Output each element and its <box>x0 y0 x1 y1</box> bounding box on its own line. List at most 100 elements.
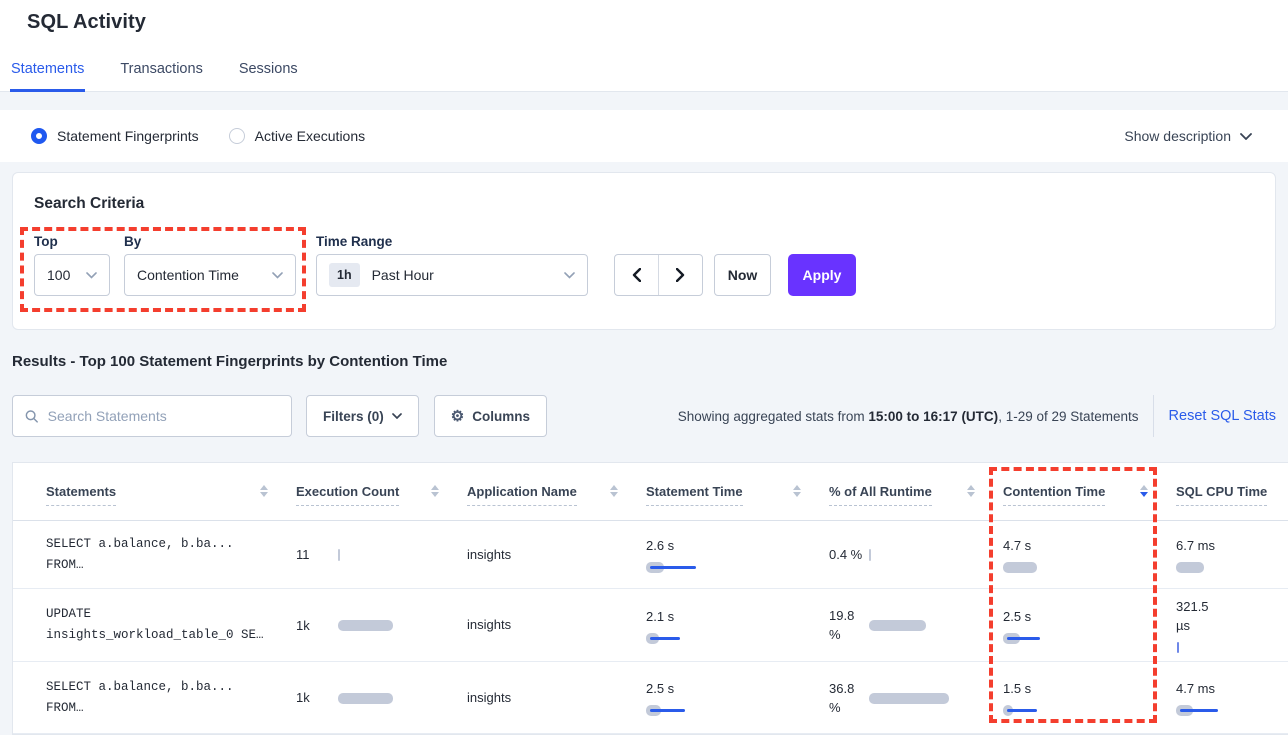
column-header-label[interactable]: Statements <box>46 484 116 506</box>
bar-gray-segment <box>1176 562 1204 573</box>
aggregated-stats-text: Showing aggregated stats from 15:00 to 1… <box>678 409 1139 424</box>
execution-count-cell: 1k <box>296 618 467 633</box>
sort-icon[interactable] <box>793 485 801 497</box>
table-row[interactable]: SELECT a.balance, b.ba...FROM…11insights… <box>13 521 1288 589</box>
top-select[interactable]: 100 <box>34 254 110 296</box>
tab-sessions[interactable]: Sessions <box>238 61 299 92</box>
show-description-label: Show description <box>1124 128 1231 144</box>
cell-value: 4.7 ms <box>1176 679 1288 698</box>
now-button[interactable]: Now <box>714 254 771 296</box>
sort-icon[interactable] <box>260 485 268 497</box>
sort-asc-icon <box>260 485 268 490</box>
radio-label: Statement Fingerprints <box>57 128 199 144</box>
time-range-label: Time Range <box>316 234 392 249</box>
column-header-of-all-runtime: % of All Runtime <box>829 483 1003 520</box>
sql-activity-page: SQL Activity Statements Transactions Ses… <box>0 0 1288 735</box>
value-bar <box>646 632 746 644</box>
bar-blue-line <box>650 566 696 569</box>
bar-gray-segment <box>1003 562 1037 573</box>
column-header-label[interactable]: SQL CPU Time <box>1176 484 1267 506</box>
value-bar <box>869 619 969 631</box>
bar-blue-tick <box>1177 642 1179 653</box>
column-header-contention-time: Contention Time <box>1003 483 1176 520</box>
value-bar <box>869 692 969 704</box>
search-criteria-heading: Search Criteria <box>34 195 144 213</box>
table-row[interactable]: SELECT a.balance, b.ba...FROM…1kinsights… <box>13 662 1288 734</box>
column-header-statement-time: Statement Time <box>646 483 829 520</box>
cell-value: 0.4 % <box>829 545 869 564</box>
columns-button[interactable]: ⚙ Columns <box>434 395 547 437</box>
column-header-label[interactable]: Application Name <box>467 484 577 506</box>
sort-asc-icon <box>1140 485 1148 490</box>
statement-fingerprint-cell[interactable]: SELECT a.balance, b.ba...FROM… <box>46 677 296 719</box>
view-mode-bar: Statement Fingerprints Active Executions… <box>0 110 1288 162</box>
cell-value: 2.5 s <box>1003 607 1176 626</box>
filters-label: Filters (0) <box>323 409 384 424</box>
search-icon <box>25 409 39 424</box>
results-toolbar: Filters (0) ⚙ Columns Showing aggregated… <box>12 395 1276 437</box>
column-header-label[interactable]: Contention Time <box>1003 484 1105 506</box>
value-bar <box>338 692 438 704</box>
filters-button[interactable]: Filters (0) <box>306 395 419 437</box>
cell-value: 321.5µs <box>1176 597 1288 635</box>
tab-statements[interactable]: Statements <box>10 61 85 92</box>
sort-asc-icon <box>610 485 618 490</box>
apply-button[interactable]: Apply <box>788 254 856 296</box>
search-statements-input[interactable] <box>48 408 279 424</box>
statement-sql-text: SELECT a.balance, b.ba...FROM… <box>46 677 296 719</box>
statement-time-cell: 2.6 s <box>646 536 829 573</box>
statement-sql-text: UPDATEinsights_workload_table_0 SE… <box>46 604 296 646</box>
sort-icon[interactable] <box>610 485 618 497</box>
reset-sql-stats-link[interactable]: Reset SQL Stats <box>1169 408 1276 424</box>
value-bar <box>338 549 438 561</box>
application-name-cell: insights <box>467 546 646 564</box>
value-bar <box>646 561 746 573</box>
sort-icon[interactable] <box>967 485 975 497</box>
application-name-cell: insights <box>467 689 646 707</box>
tab-transactions[interactable]: Transactions <box>119 61 203 92</box>
next-time-button[interactable] <box>659 255 703 295</box>
sort-desc-icon <box>260 492 268 497</box>
search-statements-box[interactable] <box>12 395 292 437</box>
previous-time-button[interactable] <box>615 255 659 295</box>
bar-gray-segment <box>338 549 340 561</box>
tab-bar: Statements Transactions Sessions <box>10 61 299 92</box>
execution-count-value: 1k <box>296 618 338 633</box>
sort-icon[interactable] <box>431 485 439 497</box>
radio-active-executions[interactable]: Active Executions <box>229 128 366 144</box>
value-bar <box>338 619 438 631</box>
show-description-toggle[interactable]: Show description <box>1124 128 1252 144</box>
chevron-left-icon <box>632 268 641 282</box>
sort-desc-icon <box>793 492 801 497</box>
bar-gray-segment <box>869 620 926 631</box>
application-name-cell: insights <box>467 616 646 634</box>
column-header-label[interactable]: % of All Runtime <box>829 484 932 506</box>
by-label: By <box>124 234 141 249</box>
value-bar <box>1176 704 1276 716</box>
column-header-label[interactable]: Execution Count <box>296 484 399 506</box>
contention-time-cell: 1.5 s <box>1003 679 1176 716</box>
chevron-down-icon <box>564 272 575 279</box>
cell-value: 2.5 s <box>646 679 829 698</box>
by-select[interactable]: Contention Time <box>124 254 296 296</box>
statement-fingerprint-cell[interactable]: UPDATEinsights_workload_table_0 SE… <box>46 604 296 646</box>
table-header-row: Statements Execution Count Application Nam… <box>13 463 1288 521</box>
time-range-picker[interactable]: 1h Past Hour <box>316 254 588 296</box>
radio-selected-icon[interactable] <box>31 128 47 144</box>
sql-cpu-time-cell: 4.7 ms <box>1176 679 1288 716</box>
sort-desc-icon <box>431 492 439 497</box>
cell-value: 36.8% <box>829 679 869 717</box>
search-criteria-card: Search Criteria Top By Time Range 100 Co… <box>12 172 1276 330</box>
bar-blue-line <box>1007 637 1040 640</box>
statement-time-cell: 2.1 s <box>646 607 829 644</box>
column-header-statements: Statements <box>46 483 296 520</box>
sort-asc-icon <box>967 485 975 490</box>
application-name-value: insights <box>467 617 511 632</box>
radio-statement-fingerprints[interactable]: Statement Fingerprints <box>31 128 199 144</box>
sort-icon[interactable] <box>1140 485 1148 497</box>
table-row[interactable]: UPDATEinsights_workload_table_0 SE…1k ins… <box>13 589 1288 662</box>
column-header-label[interactable]: Statement Time <box>646 484 743 506</box>
chevron-down-icon <box>1240 133 1252 140</box>
statement-fingerprint-cell[interactable]: SELECT a.balance, b.ba...FROM… <box>46 534 296 576</box>
radio-unselected-icon[interactable] <box>229 128 245 144</box>
